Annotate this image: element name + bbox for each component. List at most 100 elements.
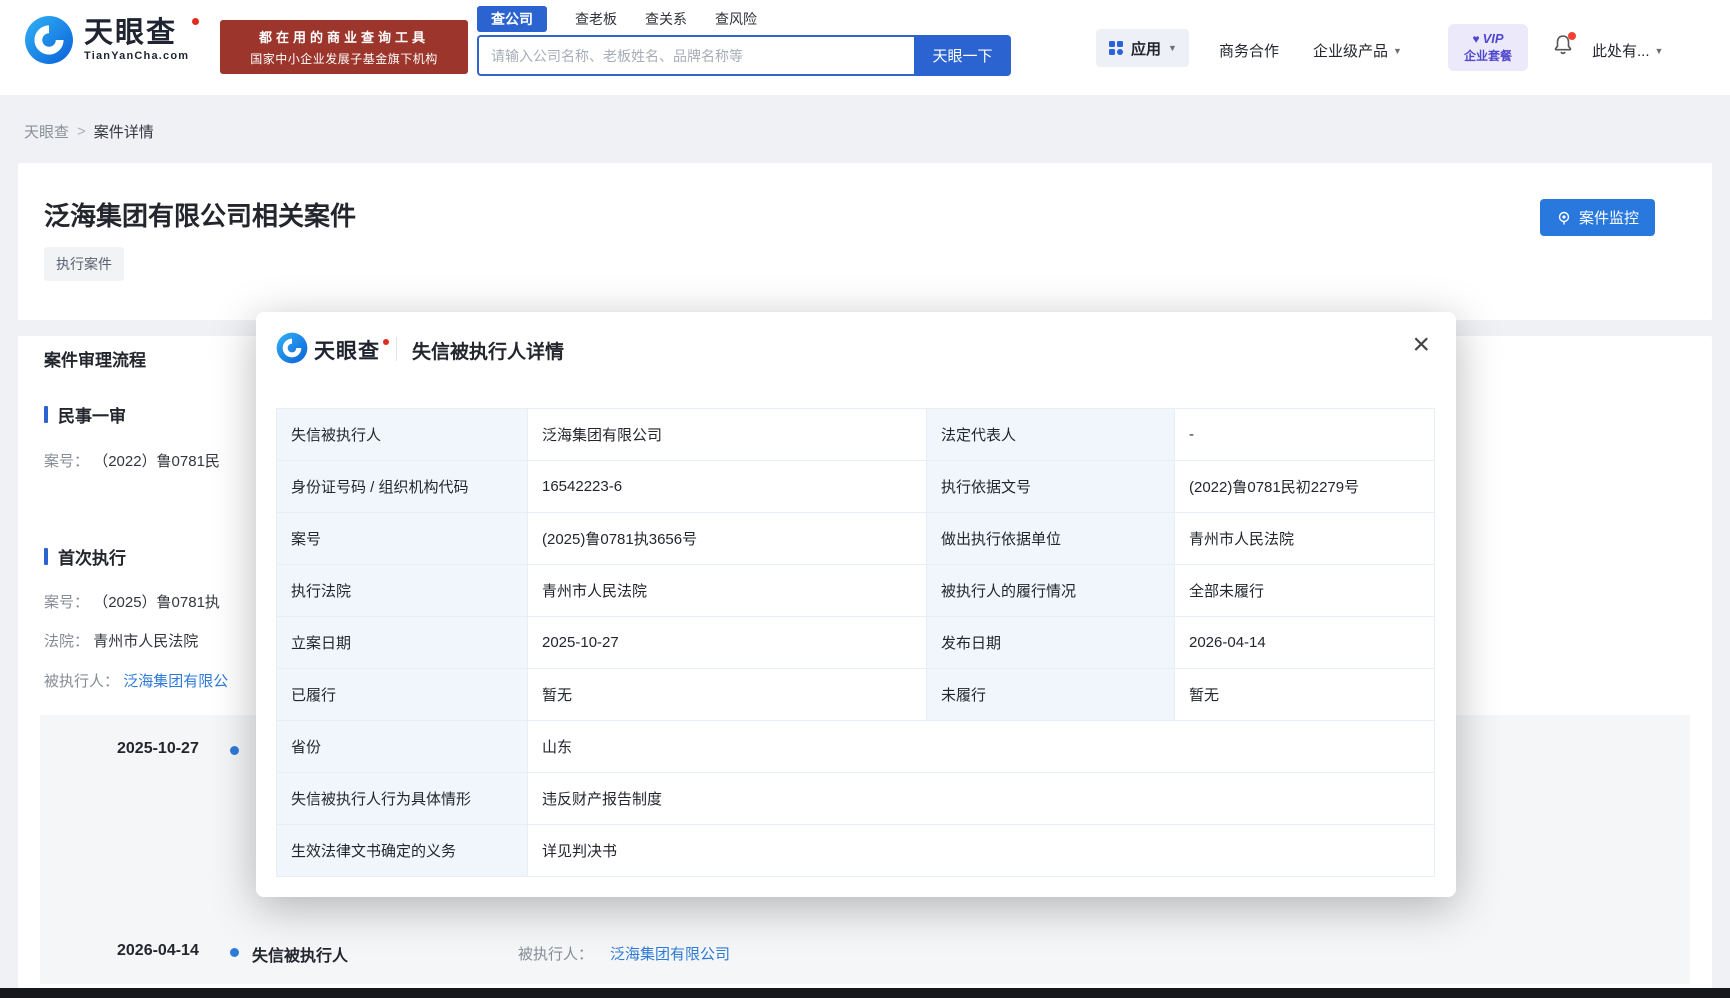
field-label: 做出执行依据单位 [927, 513, 1175, 565]
field-label: 案号 [277, 513, 528, 565]
field-label: 失信被执行人行为具体情形 [277, 773, 528, 825]
company-link[interactable]: 泛海集团有限公司 [610, 943, 730, 964]
notification-bell[interactable] [1551, 33, 1577, 61]
chevron-down-icon: ▼ [1168, 43, 1177, 53]
vip-package-label: 企业套餐 [1464, 47, 1512, 64]
field-value: 16542223-6 [528, 461, 927, 513]
apps-label: 应用 [1131, 38, 1161, 59]
stage2-court-line: 法院： 青州市人民法院 [44, 630, 198, 651]
field-label: 生效法律文书确定的义务 [277, 825, 528, 877]
dishonest-executee-modal: 天眼查 失信被执行人详情 × 失信被执行人 泛海集团有限公司 法定代表人 - 身… [256, 312, 1456, 897]
field-value: - [1175, 409, 1435, 461]
field-value: 2025-10-27 [528, 617, 927, 669]
table-row: 身份证号码 / 组织机构代码 16542223-6 执行依据文号 (2022)鲁… [277, 461, 1435, 513]
promo-line2: 国家中小企业发展子基金旗下机构 [220, 50, 468, 67]
apps-menu-button[interactable]: 应用 ▼ [1096, 29, 1189, 67]
stage-accent-bar [44, 548, 48, 565]
modal-header-divider [396, 337, 397, 361]
stage-civil-first-trial: 民事一审 [44, 402, 126, 427]
table-row: 已履行 暂无 未履行 暂无 [277, 669, 1435, 721]
search-tab-boss[interactable]: 查老板 [575, 9, 617, 29]
stage2-case-number-line: 案号： （2025）鲁0781执 [44, 591, 220, 612]
user-menu[interactable]: 此处有... ▼ [1592, 40, 1663, 61]
case-number-label: 案号： [44, 453, 89, 470]
case-monitor-button[interactable]: 案件监控 [1540, 199, 1655, 236]
search-tab-risk[interactable]: 查风险 [715, 9, 757, 29]
field-label: 执行依据文号 [927, 461, 1175, 513]
field-value: 违反财产报告制度 [528, 773, 1435, 825]
enterprise-label: 企业级产品 [1313, 40, 1388, 61]
table-row: 失信被执行人 泛海集团有限公司 法定代表人 - [277, 409, 1435, 461]
field-value: 详见判决书 [528, 825, 1435, 877]
nav-business-cooperation[interactable]: 商务合作 [1219, 40, 1279, 61]
chevron-down-icon: ▼ [1393, 46, 1402, 56]
grid-icon [1108, 40, 1124, 56]
nav-enterprise-products[interactable]: 企业级产品 ▼ [1313, 40, 1402, 61]
executee-label: 被执行人： [518, 943, 593, 964]
timeline-date: 2025-10-27 [117, 740, 199, 758]
case-number-value: （2022）鲁0781民 [93, 453, 220, 470]
vip-heart-icon: ♥ [1472, 32, 1479, 46]
field-label: 已履行 [277, 669, 528, 721]
vip-label: VIP [1483, 31, 1504, 46]
field-label: 身份证号码 / 组织机构代码 [277, 461, 528, 513]
field-label: 执行法院 [277, 565, 528, 617]
search-tab-relation[interactable]: 查关系 [645, 9, 687, 29]
brand-domain: TianYanCha.com [84, 50, 189, 62]
modal-brand: 天眼查 [314, 335, 380, 365]
field-value: (2022)鲁0781民初2279号 [1175, 461, 1435, 513]
court-value: 青州市人民法院 [93, 633, 198, 650]
field-value: 暂无 [528, 669, 927, 721]
field-value: 暂无 [1175, 669, 1435, 721]
stage-first-execution: 首次执行 [44, 544, 126, 569]
timeline-date: 2026-04-14 [117, 942, 199, 960]
monitor-icon [1556, 210, 1572, 226]
case-number-value: （2025）鲁0781执 [93, 594, 220, 611]
field-label: 省份 [277, 721, 528, 773]
breadcrumb-home[interactable]: 天眼查 [24, 121, 69, 142]
field-value: 全部未履行 [1175, 565, 1435, 617]
table-row: 省份 山东 [277, 721, 1435, 773]
timeline-dot [230, 948, 239, 957]
field-label: 被执行人的履行情况 [927, 565, 1175, 617]
breadcrumb-separator: > [77, 123, 86, 140]
search-input[interactable] [477, 35, 914, 76]
field-label: 失信被执行人 [277, 409, 528, 461]
table-row: 失信被执行人行为具体情形 违反财产报告制度 [277, 773, 1435, 825]
promo-line1: 都在用的商业查询工具 [220, 27, 468, 46]
notification-dot [1568, 32, 1576, 40]
stage2-executee-line: 被执行人： 泛海集团有限公 [44, 670, 228, 691]
chevron-down-icon: ▼ [1655, 46, 1664, 56]
company-link[interactable]: 泛海集团有限公 [123, 673, 228, 690]
section-title: 案件审理流程 [44, 346, 146, 371]
tianyancha-logo[interactable]: 天眼查 TianYanCha.com [24, 15, 189, 65]
field-value: 山东 [528, 721, 1435, 773]
field-value: 泛海集团有限公司 [528, 409, 927, 461]
field-label: 发布日期 [927, 617, 1175, 669]
vip-package-button[interactable]: ♥ VIP 企业套餐 [1448, 24, 1528, 71]
logo-red-dot [383, 339, 389, 345]
stage1-case-number-line: 案号： （2022）鲁0781民 [44, 450, 220, 471]
breadcrumb-current: 案件详情 [94, 121, 154, 142]
search-tab-company[interactable]: 查公司 [477, 6, 547, 32]
executee-label: 被执行人： [44, 673, 119, 690]
field-label: 立案日期 [277, 617, 528, 669]
top-header: 天眼查 TianYanCha.com 都在用的商业查询工具 国家中小企业发展子基… [0, 0, 1730, 95]
field-value: 青州市人民法院 [1175, 513, 1435, 565]
search-button[interactable]: 天眼一下 [914, 35, 1011, 76]
close-icon[interactable]: × [1412, 328, 1430, 362]
brand-name: 天眼查 [314, 340, 380, 363]
table-row: 生效法律文书确定的义务 详见判决书 [277, 825, 1435, 877]
modal-title: 失信被执行人详情 [412, 337, 564, 364]
stage-name: 首次执行 [58, 544, 126, 569]
search-block: 查公司 查老板 查关系 查风险 天眼一下 [477, 6, 1011, 76]
case-number-label: 案号： [44, 594, 89, 611]
field-value: 2026-04-14 [1175, 617, 1435, 669]
table-row: 立案日期 2025-10-27 发布日期 2026-04-14 [277, 617, 1435, 669]
case-type-tag[interactable]: 执行案件 [44, 247, 124, 281]
logo-red-dot [192, 18, 199, 25]
stage-accent-bar [44, 406, 48, 423]
monitor-label: 案件监控 [1579, 207, 1639, 228]
tianyancha-logo-icon [24, 15, 74, 65]
field-value: 青州市人民法院 [528, 565, 927, 617]
